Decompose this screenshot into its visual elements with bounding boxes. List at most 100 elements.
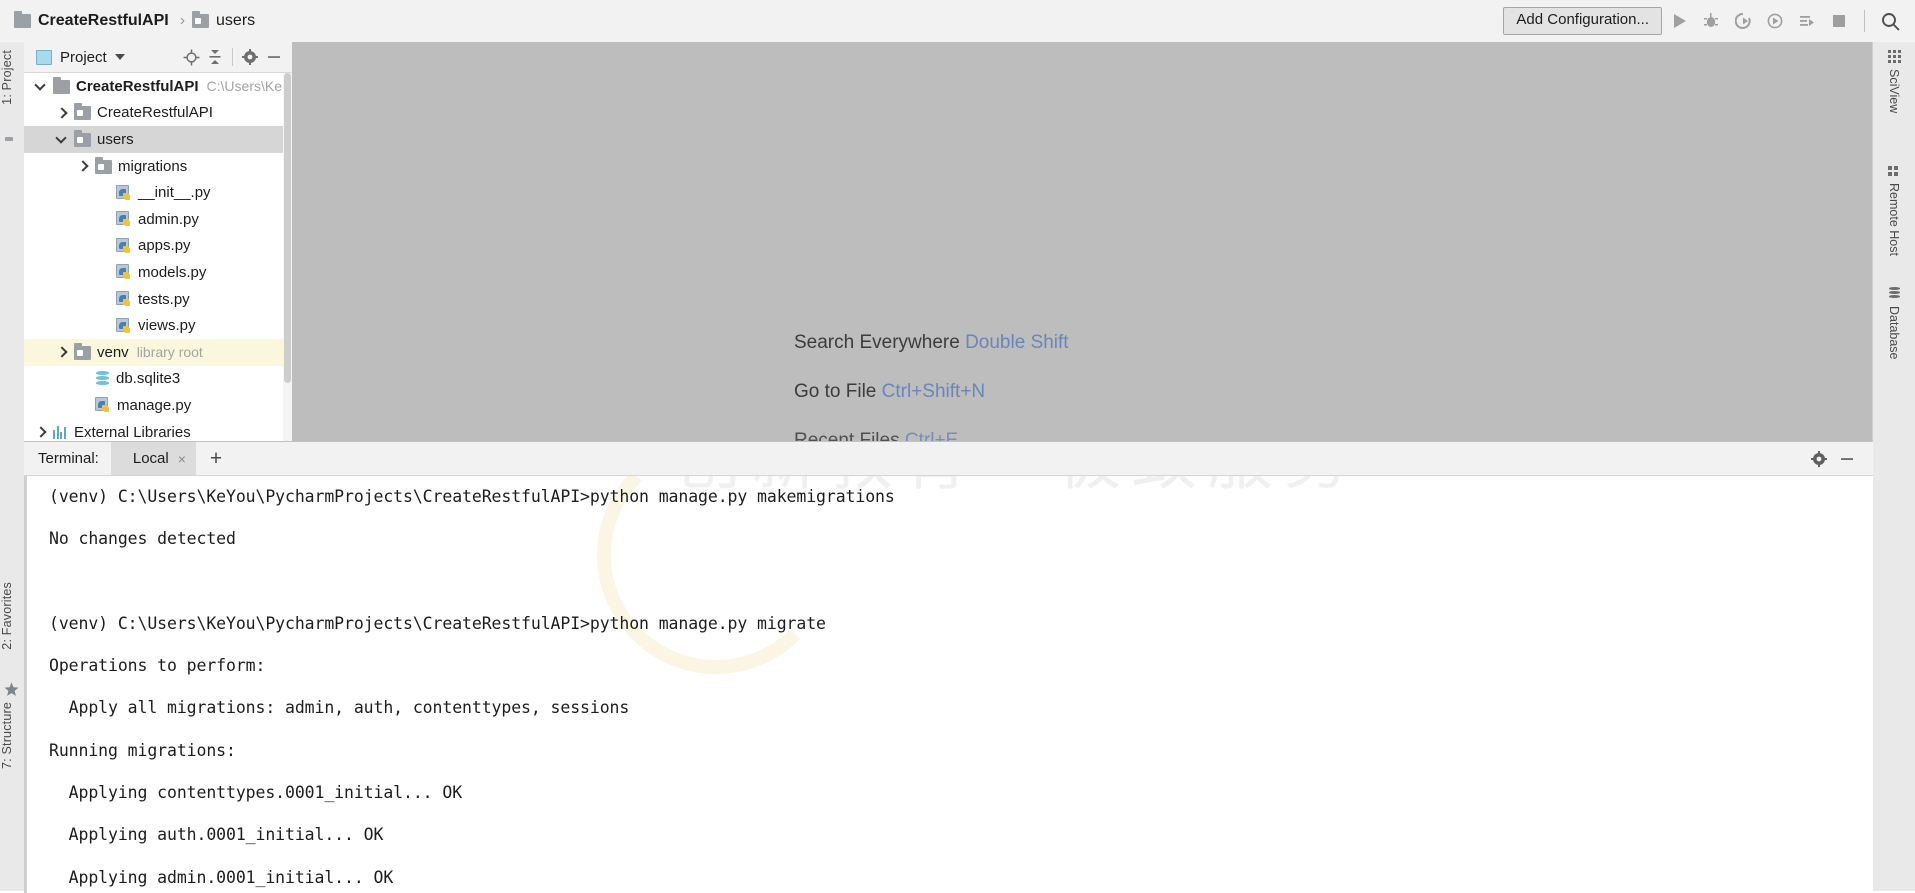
chevron-right-icon[interactable] — [76, 159, 90, 173]
pycharm-window: CreateRestfulAPI › users Add Configurati… — [0, 0, 1915, 893]
chevron-down-icon[interactable] — [34, 79, 48, 93]
run-with-coverage-icon[interactable] — [1728, 6, 1758, 36]
tree-row[interactable]: admin.py — [24, 206, 292, 233]
run-icon[interactable] — [1664, 6, 1694, 36]
toolbar-actions: Add Configuration... — [1503, 0, 1915, 42]
terminal-header-actions — [1805, 445, 1873, 473]
project-select-icon[interactable] — [36, 49, 52, 65]
breadcrumb-item-users[interactable]: users — [192, 11, 255, 30]
toolbar-divider — [1864, 10, 1865, 32]
chevron-right-icon[interactable] — [55, 106, 69, 120]
add-terminal-tab-button[interactable]: + — [196, 448, 236, 469]
breadcrumb-separator: › — [179, 12, 186, 29]
editor-empty-area: Search Everywhere Double Shift Go to Fil… — [292, 42, 1873, 451]
terminal-line: (venv) C:\Users\KeYou\PycharmProjects\Cr… — [49, 487, 895, 506]
tree-row[interactable]: users — [24, 126, 292, 153]
python-file-icon — [95, 397, 111, 413]
terminal-line: (venv) C:\Users\KeYou\PycharmProjects\Cr… — [49, 613, 826, 633]
sciview-grid-icon — [1887, 50, 1901, 63]
terminal-line: Applying auth.0001_initial... OK — [49, 825, 384, 845]
terminal-line: Running migrations: — [49, 740, 236, 760]
tree-row[interactable]: db.sqlite3 — [24, 366, 292, 393]
terminal-output[interactable]: 创新教育 极致服务 (venv) C:\Users\KeYou\PycharmP… — [24, 476, 1873, 893]
terminal-line: Apply all migrations: admin, auth, conte… — [49, 698, 630, 718]
collapse-all-icon[interactable] — [203, 45, 227, 69]
sidebar-item-remote-host[interactable]: Remote Host — [1875, 164, 1913, 256]
tree-row[interactable]: tests.py — [24, 286, 292, 313]
project-tree-scrollbar[interactable] — [283, 73, 292, 441]
breadcrumb-item-project[interactable]: CreateRestfulAPI — [14, 11, 169, 30]
folder-icon — [53, 76, 70, 94]
hint-action-1: Go to File — [794, 381, 877, 402]
tree-row[interactable]: views.py — [24, 312, 292, 339]
package-folder-icon — [192, 11, 210, 28]
sidebar-item-sciview[interactable]: SciView — [1875, 50, 1913, 113]
close-icon[interactable]: × — [178, 451, 186, 467]
profile-icon[interactable] — [1760, 6, 1790, 36]
tree-row[interactable]: CreateRestfulAPI C:\Users\Ke — [24, 73, 292, 100]
tree-row[interactable]: migrations — [24, 153, 292, 180]
sidebar-item-favorites[interactable]: 2: Favorites — [0, 582, 24, 650]
run-anything-icon[interactable] — [1792, 6, 1822, 36]
package-folder-icon — [74, 129, 91, 147]
locate-icon[interactable] — [179, 45, 203, 69]
hide-icon[interactable] — [1833, 445, 1861, 473]
add-configuration-button[interactable]: Add Configuration... — [1503, 7, 1662, 35]
tree-row-label: CreateRestfulAPI — [97, 104, 213, 122]
tree-row-label: tests.py — [138, 290, 190, 308]
python-file-icon — [116, 291, 132, 307]
package-folder-icon — [74, 103, 91, 121]
breadcrumb: CreateRestfulAPI › users — [0, 0, 255, 42]
project-tool-window: Project CreateRestfulAPI C:\Users\Ke Cre… — [24, 42, 293, 441]
sidebar-item-project[interactable]: 1: Project — [0, 50, 24, 105]
tree-row[interactable]: venv library root — [24, 338, 292, 366]
chevron-right-icon[interactable] — [34, 425, 48, 439]
terminal-line: Applying admin.0001_initial... OK — [49, 867, 394, 887]
hint-shortcut-1: Ctrl+Shift+N — [881, 381, 986, 402]
tree-row[interactable]: models.py — [24, 259, 292, 286]
package-folder-icon — [74, 342, 91, 360]
chevron-right-icon[interactable] — [55, 345, 69, 359]
gear-icon[interactable] — [238, 45, 262, 69]
stop-icon[interactable] — [1824, 6, 1854, 36]
hint-row-search-everywhere: Search Everywhere Double Shift — [794, 332, 1394, 354]
tree-row-label: db.sqlite3 — [116, 370, 181, 388]
project-folder-icon[interactable] — [5, 140, 19, 153]
debug-icon[interactable] — [1696, 6, 1726, 36]
chevron-down-icon[interactable] — [114, 54, 125, 60]
hide-icon[interactable] — [262, 45, 286, 69]
sidebar-item-structure[interactable]: 7: Structure — [0, 702, 24, 769]
tree-row[interactable]: manage.py — [24, 392, 292, 419]
terminal-tab-local[interactable]: Local × — [110, 442, 196, 475]
top-toolbar: CreateRestfulAPI › users Add Configurati… — [0, 0, 1915, 43]
breadcrumb-label-project: CreateRestfulAPI — [38, 12, 169, 29]
chevron-down-icon[interactable] — [55, 132, 69, 146]
project-tree[interactable]: CreateRestfulAPI C:\Users\Ke CreateRestful… — [24, 73, 292, 441]
python-file-icon — [116, 317, 132, 334]
tree-row[interactable]: __init__.py — [24, 179, 292, 206]
sidebar-item-database[interactable]: Database — [1875, 287, 1913, 360]
tree-row-label: manage.py — [117, 396, 192, 414]
database-file-icon — [95, 371, 110, 386]
tree-row-label: __init__.py — [138, 184, 211, 202]
hint-action-0: Search Everywhere — [794, 332, 960, 353]
terminal-line: No changes detected — [49, 529, 236, 549]
tree-row-sublabel: library root — [136, 344, 203, 361]
database-icon — [1888, 287, 1901, 300]
tree-row[interactable]: apps.py — [24, 233, 292, 260]
terminal-tab-label: Local — [132, 450, 169, 467]
libraries-icon — [53, 425, 68, 440]
star-icon[interactable] — [4, 682, 19, 696]
tree-row[interactable]: External Libraries — [24, 419, 292, 441]
tree-row[interactable]: CreateRestfulAPI — [24, 100, 292, 127]
gear-icon[interactable] — [1805, 445, 1833, 473]
search-icon[interactable] — [1875, 6, 1905, 36]
sciview-label: SciView — [1887, 69, 1901, 114]
terminal-title: Terminal: — [38, 450, 99, 467]
terminal-header: Terminal: Local × + — [24, 441, 1873, 476]
